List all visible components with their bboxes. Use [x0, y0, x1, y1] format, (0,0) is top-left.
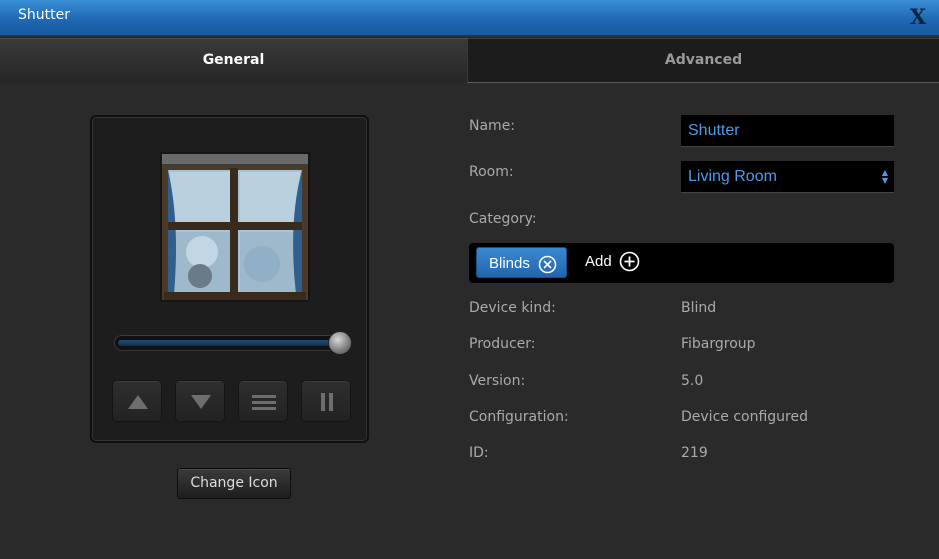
menu-lines-icon	[252, 395, 276, 410]
name-label: Name:	[469, 118, 516, 134]
tab-advanced[interactable]: Advanced	[467, 38, 939, 83]
slider-knob[interactable]	[328, 331, 353, 355]
room-select[interactable]: Living Room ▲ ▼	[681, 161, 894, 193]
close-button[interactable]: X	[907, 4, 929, 30]
pause-icon	[321, 393, 333, 411]
tab-general[interactable]: General	[0, 38, 467, 83]
down-arrow-icon	[191, 395, 211, 409]
title-bar: Shutter X	[0, 0, 939, 36]
slider-fill	[118, 340, 341, 346]
configuration-value: Device configured	[681, 409, 808, 425]
window-blinds-icon	[160, 152, 310, 302]
version-value: 5.0	[681, 373, 704, 389]
pause-button[interactable]	[301, 380, 351, 422]
device-control-panel	[90, 115, 369, 443]
menu-button[interactable]	[238, 380, 288, 422]
up-button[interactable]	[112, 380, 162, 422]
device-kind-label: Device kind:	[469, 300, 556, 316]
position-slider[interactable]	[114, 331, 353, 355]
category-chip-blinds[interactable]: Blinds	[476, 247, 567, 278]
producer-label: Producer:	[469, 336, 536, 352]
room-label: Room:	[469, 164, 514, 180]
id-label: ID:	[469, 445, 489, 461]
window-title: Shutter	[18, 7, 70, 23]
chip-label: Blinds	[489, 255, 530, 272]
remove-circle-icon[interactable]	[538, 255, 557, 274]
producer-value: Fibargroup	[681, 336, 756, 352]
down-button[interactable]	[175, 380, 225, 422]
room-select-value: Living Room	[688, 168, 777, 185]
add-circle-icon	[619, 251, 640, 272]
id-value: 219	[681, 445, 708, 461]
name-input[interactable]	[681, 115, 894, 147]
change-icon-button[interactable]: Change Icon	[177, 468, 291, 499]
up-arrow-icon	[128, 395, 148, 409]
add-label: Add	[585, 253, 612, 270]
select-arrows-icon: ▲ ▼	[881, 168, 888, 185]
category-label: Category:	[469, 211, 537, 227]
category-box: Blinds Add	[469, 243, 894, 283]
version-label: Version:	[469, 373, 526, 389]
configuration-label: Configuration:	[469, 409, 569, 425]
device-kind-value: Blind	[681, 300, 717, 316]
